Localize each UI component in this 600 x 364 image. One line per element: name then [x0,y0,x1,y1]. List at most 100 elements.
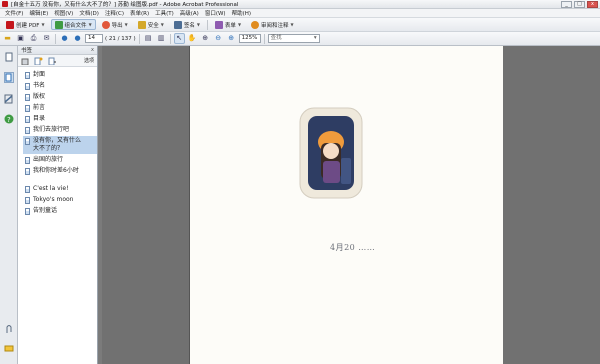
toolbar-separator [206,19,208,30]
tasks-toolbar: 创建 PDF ▼ 组合文件 ▼ 导出 ▼ 安全 ▼ 签名 ▼ 表单 ▼ 审阅和注… [0,18,600,32]
new-bookmark-icon[interactable] [34,57,43,65]
bookmarks-panel-header: 书签 x [18,46,97,55]
airplane-window-illustration [299,107,363,199]
menu-forms[interactable]: 表单(R) [127,9,152,17]
bookmark-item[interactable]: 我们去旅行吧 [23,125,97,135]
close-button[interactable]: x [587,1,598,8]
email-icon: ✉ [43,34,50,42]
fit-page-button[interactable]: ▤ [143,33,154,44]
close-icon[interactable]: x [91,47,94,53]
fit-width-icon: ▥ [157,34,165,42]
document-page: 4月20 …… [190,46,503,364]
print-icon: ⎙ [30,34,37,42]
arrow-up-icon: ● [61,34,68,42]
comment-icon [4,345,14,352]
bookmark-item[interactable]: 我和你时差6小时 [23,166,97,176]
next-page-button[interactable]: ● [72,33,83,44]
zoom-out-icon: ⊖ [215,34,222,42]
signature-icon [4,94,13,104]
pages-icon [5,52,13,62]
bookmark-item[interactable]: 前言 [23,103,97,113]
bookmark-item[interactable]: 目录 [23,114,97,124]
chevron-down-icon: ▼ [124,22,128,27]
toolbar-separator [169,33,171,44]
maximize-button[interactable]: □ [574,1,585,8]
chevron-down-icon: ▼ [237,22,242,27]
menu-view[interactable]: 视图(V) [51,9,76,17]
create-pdf-button[interactable]: 创建 PDF ▼ [2,19,49,30]
bookmark-icon [25,197,30,204]
menu-document[interactable]: 文档(D) [76,9,102,17]
search-input[interactable]: 查找 ▾ [267,34,320,43]
page-caption: 4月20 …… [330,243,376,252]
bookmark-item[interactable]: 版权 [23,92,97,102]
zoom-tool-button[interactable]: ⊕ [200,33,211,44]
window-title: [自金十五万 没有你，又有什么大不了的？] 苏勤 绘图版.pdf - Adobe… [11,2,239,8]
sign-button[interactable]: 签名 ▼ [170,19,204,30]
folder-icon: ▬ [4,34,11,42]
previous-page-button[interactable]: ● [59,33,70,44]
zoom-level-select[interactable]: 125% [238,34,261,43]
menu-help[interactable]: 帮助(H) [229,9,254,17]
forms-icon [214,20,223,29]
select-tool-button[interactable]: ↖ [173,33,185,44]
menu-comments[interactable]: 注释(C) [102,9,127,17]
save-button[interactable]: ▣ [15,33,26,44]
bookmark-item-selected[interactable]: 没有你，又有什么大不了的？ [23,136,97,154]
bookmark-item[interactable]: 封面 [23,70,97,80]
lock-icon [137,20,146,29]
signatures-panel-button[interactable] [4,94,14,105]
bookmarks-options-menu[interactable]: 选项 [84,57,94,64]
review-icon [251,20,260,29]
export-button[interactable]: 导出 ▼ [98,19,132,30]
email-button[interactable]: ✉ [41,33,52,44]
chevron-down-icon: ▾ [313,35,317,41]
secure-button[interactable]: 安全 ▼ [134,19,168,30]
open-button[interactable]: ▬ [2,33,13,44]
menu-advanced[interactable]: 高级(A) [177,9,202,17]
attachments-panel-button[interactable] [4,324,14,335]
menu-window[interactable]: 窗口(W) [202,9,229,17]
zoom-in-icon: ⊕ [228,34,235,42]
forms-button[interactable]: 表单 ▼ [211,19,245,30]
merge-files-button[interactable]: 组合文件 ▼ [50,19,96,30]
help-icon: ? [4,114,14,124]
chevron-down-icon: ▼ [290,22,294,27]
bookmark-icon [25,83,30,90]
pages-panel-button[interactable] [4,52,14,63]
menu-tools[interactable]: 工具(T) [152,9,177,17]
review-button[interactable]: 审阅和注释 ▼ [247,19,298,30]
zoom-icon: ⊕ [202,34,209,42]
cursor-icon: ↖ [176,34,183,42]
bookmarks-panel: 书签 x 选项 封面 书名 版权 前言 目录 我们去旅行吧 没有你，又有什么大不… [18,46,98,364]
bookmark-item[interactable]: 出国的旅行 [23,155,97,165]
menu-bar: 文件(F) 编辑(E) 视图(V) 文档(D) 注释(C) 表单(R) 工具(T… [0,9,600,18]
how-to-panel-button[interactable]: ? [4,114,14,125]
menu-edit[interactable]: 编辑(E) [26,9,51,17]
bookmark-icon [25,208,30,215]
comments-panel-button[interactable] [4,344,14,355]
zoom-out-button[interactable]: ⊖ [213,33,224,44]
bookmark-icon [25,186,30,193]
chevron-down-icon: ▼ [88,22,92,27]
bookmark-item[interactable]: Tokyo's moon [23,195,97,205]
menu-file[interactable]: 文件(F) [2,9,26,17]
navigation-toolbar: ▬ ▣ ⎙ ✉ ● ● 14 ( 21 / 137 ) ▤ ▥ ↖ ✋ ⊕ ⊖ … [0,32,600,46]
zoom-in-button[interactable]: ⊕ [226,33,237,44]
page-number-input[interactable]: 14 [85,34,103,43]
expand-bookmark-icon[interactable] [48,57,57,65]
bookmark-item[interactable]: C'est la vie! [23,184,97,194]
bookmark-item[interactable]: 告别童话 [23,206,97,216]
minimize-button[interactable]: _ [561,1,572,8]
search-placeholder: 查找 [270,35,282,41]
fit-width-button[interactable]: ▥ [156,33,167,44]
print-button[interactable]: ⎙ [28,33,39,44]
title-bar: [自金十五万 没有你，又有什么大不了的？] 苏勤 绘图版.pdf - Adobe… [0,0,600,9]
chevron-down-icon: ▼ [41,22,45,27]
bookmarks-panel-button[interactable] [4,72,14,83]
hand-tool-button[interactable]: ✋ [187,33,198,44]
toolbar-separator [55,33,56,44]
delete-bookmark-icon[interactable] [21,57,29,65]
bookmark-item[interactable]: 书名 [23,81,97,91]
merge-files-icon [54,20,63,29]
